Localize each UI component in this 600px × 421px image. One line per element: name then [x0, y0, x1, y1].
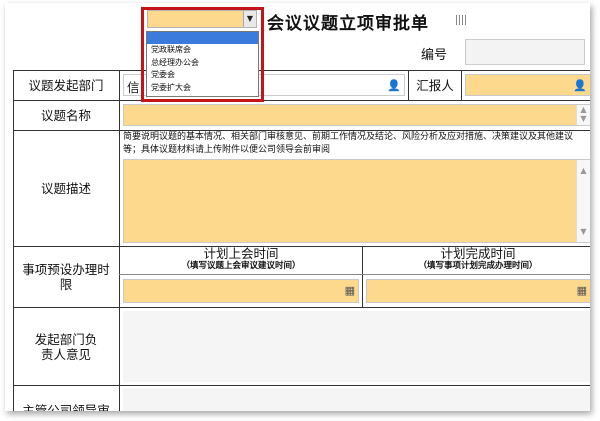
form-title: 会议议题立项审批单: [267, 14, 429, 34]
dropdown-option-enlarged-party-committee[interactable]: 党委扩大会: [147, 82, 258, 95]
row-divider: [119, 274, 590, 275]
topic-name-input[interactable]: ▲ ▼: [123, 104, 590, 126]
dept-head-opinion-field[interactable]: [123, 311, 590, 382]
plan-meeting-hint: （填写议题上会审议建议时间）: [181, 261, 301, 271]
plan-meeting-header: 计划上会时间 （填写议题上会审议建议时间）: [120, 247, 362, 274]
plan-complete-title: 计划完成时间: [440, 246, 516, 261]
dept-value: 信: [127, 80, 140, 95]
column-divider: [461, 70, 462, 100]
person-picker-icon[interactable]: 👤: [572, 75, 588, 97]
reporter-input[interactable]: 👤: [465, 74, 590, 96]
scroll-up-icon[interactable]: ▲: [577, 105, 590, 114]
plan-complete-hint: （填写事项计划完成办理时间）: [418, 261, 538, 271]
plan-meeting-date-input[interactable]: ▦: [123, 279, 359, 303]
scroll-down-icon[interactable]: ▼: [577, 227, 590, 236]
scrollbar[interactable]: ▲ ▼: [576, 160, 590, 242]
reporter-label: 汇报人: [416, 78, 454, 93]
topic-desc-textarea[interactable]: ▲ ▼: [123, 159, 590, 243]
topic-desc-label: 议题描述: [40, 181, 91, 196]
plan-meeting-title: 计划上会时间: [203, 246, 279, 261]
timeline-label: 事项预设办理时限: [22, 262, 110, 292]
form-frame: ▼ 会议议题立项审批单 党政联席会 总经理办公会 党委会 党委扩大会 编号 议题…: [5, 3, 590, 411]
dept-label: 议题发起部门: [28, 78, 104, 93]
plan-complete-header: 计划完成时间 （填写事项计划完成办理时间）: [363, 247, 590, 274]
scroll-down-icon[interactable]: ▼: [577, 114, 590, 123]
scroll-up-icon[interactable]: ▲: [577, 166, 590, 175]
scrollbar[interactable]: ▲ ▼: [576, 105, 590, 125]
dropdown-option-party-committee[interactable]: 党委会: [147, 69, 258, 82]
plan-complete-date-input[interactable]: ▦: [366, 279, 590, 303]
number-label: 编号: [421, 48, 448, 63]
title-decoration: [456, 15, 466, 25]
leader-review-label: 主管公司领导审: [22, 403, 110, 411]
number-field[interactable]: [465, 39, 585, 65]
calendar-icon[interactable]: ▦: [577, 284, 587, 297]
dept-head-opinion-label: 发起部门负责人意见: [34, 331, 98, 362]
topic-name-label: 议题名称: [40, 108, 91, 123]
dropdown-option-blank[interactable]: [147, 32, 258, 44]
dropdown-option-joint-meeting[interactable]: 党政联席会: [147, 44, 258, 57]
topic-type-dropdown[interactable]: 党政联席会 总经理办公会 党委会 党委扩大会: [146, 31, 259, 97]
person-picker-icon[interactable]: 👤: [386, 75, 402, 97]
dropdown-option-gm-office-meeting[interactable]: 总经理办公会: [147, 57, 258, 70]
topic-desc-hint: 简要说明议题的基本情况、相关部门审核意见、前期工作情况及结论、风险分析及应对措施…: [123, 132, 574, 155]
column-divider: [119, 70, 120, 411]
row-divider: [13, 385, 590, 386]
leader-review-field[interactable]: [123, 388, 590, 411]
calendar-icon[interactable]: ▦: [345, 284, 355, 297]
